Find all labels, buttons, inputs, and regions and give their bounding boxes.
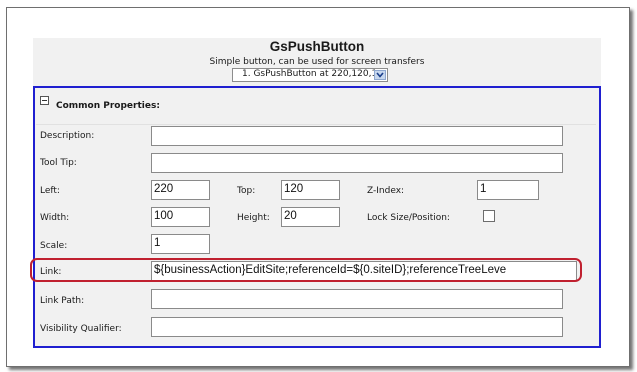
group-label: Common Properties: [56, 101, 160, 111]
component-description: Simple button, can be used for screen tr… [209, 57, 425, 67]
link-row-highlight [30, 258, 582, 282]
collapse-icon[interactable] [40, 96, 49, 105]
width-field[interactable]: 100 [151, 207, 210, 227]
zindex-field[interactable]: 1 [477, 180, 539, 200]
tooltip-label: Tool Tip: [40, 158, 77, 168]
tooltip-field[interactable] [151, 153, 563, 173]
link-path-label: Link Path: [40, 296, 85, 306]
left-label: Left: [40, 186, 60, 196]
row-divider [36, 124, 596, 125]
description-label: Description: [40, 131, 95, 141]
scale-label: Scale: [40, 241, 68, 251]
lock-size-checkbox[interactable] [483, 210, 495, 222]
width-label: Width: [40, 213, 70, 223]
instance-select-value: 1. GsPushButton at 220,120,1 [242, 69, 378, 79]
top-label: Top: [237, 186, 256, 196]
instance-select[interactable]: 1. GsPushButton at 220,120,1 [232, 68, 388, 82]
chevron-down-icon[interactable] [374, 70, 386, 80]
lock-label: Lock Size/Position: [367, 213, 450, 223]
visibility-field[interactable] [151, 317, 563, 337]
top-field[interactable]: 120 [281, 180, 340, 200]
left-field[interactable]: 220 [151, 180, 210, 200]
description-field[interactable] [151, 126, 563, 146]
visibility-label: Visibility Qualifier: [40, 324, 122, 334]
scale-field[interactable]: 1 [151, 234, 210, 254]
page-title: GsPushButton [269, 39, 365, 54]
zindex-label: Z-Index: [367, 186, 405, 196]
link-path-field[interactable] [151, 289, 563, 309]
height-label: Height: [237, 213, 270, 223]
height-field[interactable]: 20 [281, 207, 340, 227]
